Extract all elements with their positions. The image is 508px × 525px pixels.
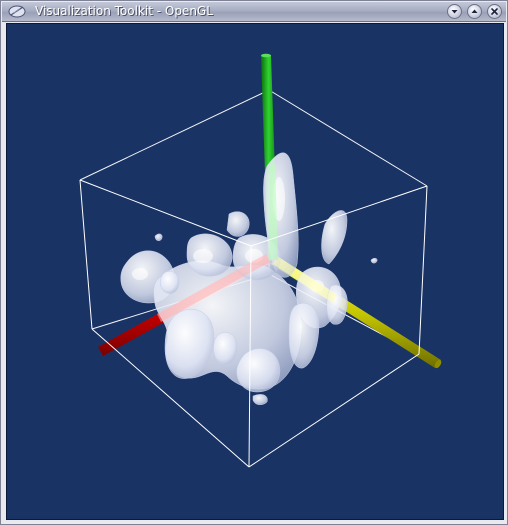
window-title: Visualization Toolkit - OpenGL — [35, 4, 213, 18]
application-window: Visualization Toolkit - OpenGL — [0, 0, 508, 525]
scene-canvas[interactable] — [7, 24, 503, 519]
close-button[interactable] — [487, 4, 502, 19]
maximize-button[interactable] — [467, 4, 482, 19]
render-viewport[interactable] — [6, 23, 504, 520]
isosurface — [120, 152, 378, 405]
close-icon — [491, 8, 498, 15]
minimize-button[interactable] — [447, 4, 462, 19]
title-bar[interactable]: Visualization Toolkit - OpenGL — [2, 2, 506, 22]
vtk-feather-icon[interactable] — [7, 4, 27, 19]
chevron-up-icon — [471, 9, 478, 13]
chevron-down-icon — [451, 10, 458, 14]
